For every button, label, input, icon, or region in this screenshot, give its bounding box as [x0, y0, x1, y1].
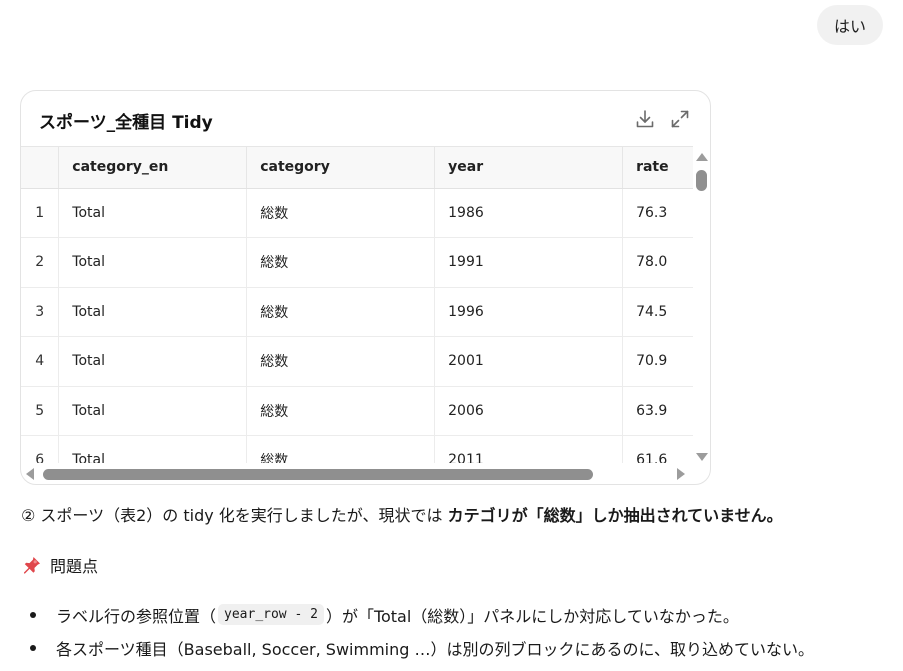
download-icon[interactable] [634, 108, 656, 130]
column-header-rate[interactable]: rate [622, 147, 693, 189]
expand-icon[interactable] [669, 108, 691, 130]
bullet-text: ）が「Total（総数）」パネルにしか対応していなかった。 [325, 606, 739, 626]
bullet-dot [30, 611, 36, 618]
table-row: 5 Total 総数 2006 63.9 [21, 386, 693, 436]
bullet-text: 各スポーツ種目（Baseball, Soccer, Swimming …）は別の… [56, 639, 815, 659]
scroll-right-arrow-icon[interactable] [677, 468, 685, 480]
row-index: 6 [21, 435, 60, 463]
assistant-paragraph: ② スポーツ（表2）の tidy 化を実行しましたが、現状では カテゴリが「総数… [21, 502, 783, 526]
row-index: 1 [21, 188, 60, 238]
scroll-down-arrow-icon[interactable] [696, 453, 708, 461]
horizontal-scroll-thumb[interactable] [43, 469, 593, 480]
cell-year: 1996 [434, 287, 624, 337]
paragraph-bold-text: カテゴリが「総数」しか抽出されていません。 [447, 506, 783, 525]
cell-category: 総数 [246, 287, 436, 337]
list-item: 各スポーツ種目（Baseball, Soccer, Swimming …）は別の… [30, 631, 814, 664]
cell-rate: 63.9 [622, 386, 693, 436]
row-index: 2 [21, 237, 60, 288]
table-header-row: category_en category year rate [21, 147, 693, 189]
card-header: スポーツ_全種目 Tidy [21, 91, 710, 146]
card-title: スポーツ_全種目 Tidy [39, 113, 213, 133]
scroll-left-arrow-icon[interactable] [26, 468, 34, 480]
cell-category: 総数 [246, 386, 436, 436]
column-header-category-en[interactable]: category_en [58, 147, 248, 189]
table-row: 2 Total 総数 1991 78.0 [21, 237, 693, 288]
section-heading-text: 問題点 [50, 557, 99, 576]
cell-category: 総数 [246, 237, 436, 288]
vertical-scroll-thumb[interactable] [696, 170, 707, 191]
bullet-text: ラベル行の参照位置（ [56, 606, 217, 626]
cell-year: 2011 [434, 435, 624, 463]
column-header-category[interactable]: category [246, 147, 436, 189]
cell-year: 1991 [434, 237, 624, 288]
paragraph-text: ② スポーツ（表2）の tidy 化を実行しましたが、現状では [21, 506, 448, 525]
pushpin-icon [22, 555, 42, 575]
column-header-year[interactable]: year [434, 147, 624, 189]
cell-category-en: Total [58, 188, 248, 238]
user-message-bubble: はい [817, 5, 883, 45]
data-table: category_en category year rate 1 Total 総… [21, 147, 693, 463]
table-row: 3 Total 総数 1996 74.5 [21, 287, 693, 337]
horizontal-scrollbar[interactable] [21, 463, 693, 484]
cell-year: 2001 [434, 336, 624, 387]
cell-year: 1986 [434, 188, 624, 238]
data-table-viewport[interactable]: category_en category year rate 1 Total 総… [21, 146, 693, 463]
cell-rate: 76.3 [622, 188, 693, 238]
bullet-list: ラベル行の参照位置（ year_row - 2 ）が「Total（総数）」パネルにし… [30, 598, 814, 664]
table-row: 1 Total 総数 1986 76.3 [21, 188, 693, 238]
cell-category-en: Total [58, 336, 248, 387]
cell-year: 2006 [434, 386, 624, 436]
user-message-text: はい [833, 17, 866, 36]
cell-category-en: Total [58, 435, 248, 463]
cell-category: 総数 [246, 336, 436, 387]
list-item: ラベル行の参照位置（ year_row - 2 ）が「Total（総数）」パネルにし… [30, 598, 814, 631]
row-index: 4 [21, 336, 60, 387]
cell-rate: 78.0 [622, 237, 693, 288]
table-row: 6 Total 総数 2011 61.6 [21, 435, 693, 463]
cell-rate: 70.9 [622, 336, 693, 387]
cell-category-en: Total [58, 237, 248, 288]
row-index: 5 [21, 386, 60, 436]
inline-code: year_row - 2 [218, 604, 324, 625]
cell-category: 総数 [246, 435, 436, 463]
vertical-scrollbar[interactable] [693, 149, 710, 461]
row-index: 3 [21, 287, 60, 337]
column-header-index[interactable] [21, 147, 60, 189]
cell-category-en: Total [58, 386, 248, 436]
table-card: スポーツ_全種目 Tidy category_en category year … [20, 90, 711, 485]
cell-rate: 61.6 [622, 435, 693, 463]
section-heading: 問題点 [22, 553, 98, 577]
cell-rate: 74.5 [622, 287, 693, 337]
table-row: 4 Total 総数 2001 70.9 [21, 336, 693, 387]
cell-category-en: Total [58, 287, 248, 337]
bullet-dot [30, 644, 36, 651]
cell-category: 総数 [246, 188, 436, 238]
scroll-up-arrow-icon[interactable] [696, 153, 708, 161]
